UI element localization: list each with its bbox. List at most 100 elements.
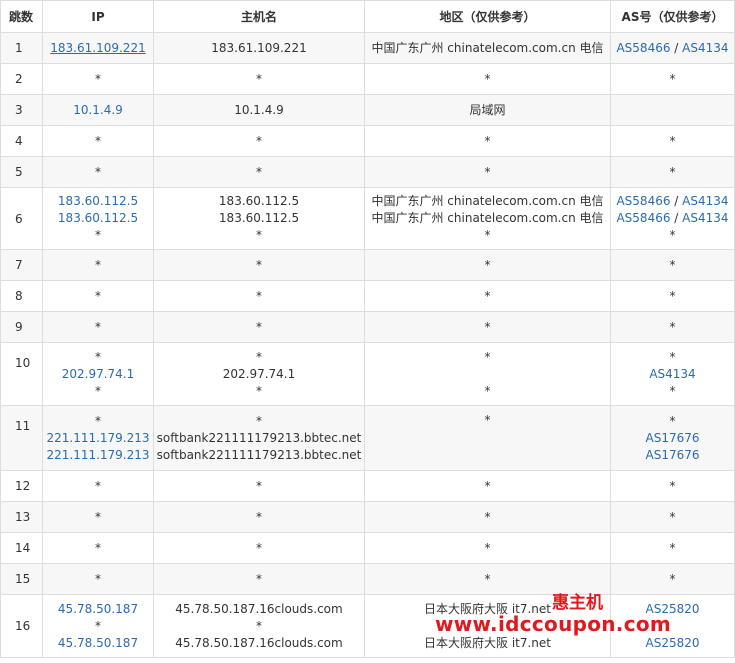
hostname-cell: * [153, 156, 365, 188]
region-cell: * [364, 249, 611, 281]
header-as-number: AS号（仅供参考） [610, 0, 735, 33]
as-text: * [669, 319, 676, 334]
hostname-cell: * [153, 249, 365, 281]
ip-cell: * 202.97.74.1 * [42, 342, 154, 406]
region-text: 中国广东广州 chinatelecom.com.cn 电信 [371, 40, 604, 55]
hop-number: 8 [0, 280, 43, 312]
ip-text: * [95, 288, 101, 303]
table-row: 9 * * * * [0, 311, 735, 343]
hostname-text: * [256, 133, 262, 148]
as-text: * [669, 288, 676, 303]
region-cell: * [364, 311, 611, 343]
as-text: * [669, 478, 676, 493]
as-line: * [611, 257, 734, 274]
ip-link[interactable]: 45.78.50.187 [43, 601, 153, 618]
hop-number: 1 [0, 32, 43, 64]
hostname-cell: * [153, 125, 365, 157]
hop-number: 11 [0, 405, 43, 471]
ip-cell: * [42, 280, 154, 312]
hop-number: 4 [0, 125, 43, 157]
as-link[interactable]: AS58466 [616, 194, 670, 208]
region-text: * [484, 413, 491, 427]
ip-cell: * [42, 470, 154, 502]
ip-link[interactable]: 221.111.179.213 [43, 447, 153, 464]
region-text: * [484, 571, 491, 586]
as-number-cell: * [610, 63, 735, 95]
hostname-text: * [256, 509, 262, 524]
region-text: * [484, 133, 491, 148]
ip-link[interactable]: 10.1.4.9 [43, 102, 153, 119]
ip-cell: 10.1.4.9 [42, 94, 154, 126]
ip-text: * [95, 228, 101, 242]
as-text: * [669, 164, 676, 179]
hop-number: 7 [0, 249, 43, 281]
table-row: 3 10.1.4.9 10.1.4.9 局域网 [0, 94, 735, 126]
ip-text: * [95, 540, 101, 555]
region-cell: * * [364, 342, 611, 406]
hostname-cell: * [153, 63, 365, 95]
hostname-cell: * [153, 563, 365, 595]
traceroute-table: 跳数 IP 主机名 地区（仅供参考） AS号（仅供参考） 1 183.61.109… [0, 0, 735, 658]
as-line: * [611, 227, 734, 244]
ip-link[interactable]: 183.60.112.5 [43, 210, 153, 227]
region-text: 中国广东广州 chinatelecom.com.cn 电信 [371, 194, 604, 208]
as-link[interactable]: AS4134 [682, 211, 728, 225]
as-link[interactable]: AS58466 [616, 211, 670, 225]
hostname-text: 45.78.50.187.16clouds.com [175, 635, 343, 650]
ip-cell: * [42, 125, 154, 157]
hostname-cell: * [153, 501, 365, 533]
region-cell: 中国广东广州 chinatelecom.com.cn 电信 中国广东广州 chin… [364, 187, 611, 250]
region-cell: 局域网 [364, 94, 611, 126]
hop-number: 13 [0, 501, 43, 533]
ip-link[interactable]: 45.78.50.187 [43, 635, 153, 652]
region-text: * [484, 288, 491, 303]
table-row: 14 * * * * [0, 532, 735, 564]
ip-link[interactable]: 183.61.109.221 [43, 40, 153, 57]
as-number-cell: * [610, 125, 735, 157]
as-number-cell: * [610, 249, 735, 281]
table-header-row: 跳数 IP 主机名 地区（仅供参考） AS号（仅供参考） [0, 0, 735, 33]
as-separator: / [670, 211, 683, 225]
ip-text: * [95, 618, 101, 633]
ip-text: * [95, 71, 101, 86]
region-text: * [484, 349, 491, 364]
as-line: AS17676 [611, 430, 734, 447]
as-link[interactable]: AS25820 [646, 636, 700, 650]
as-text: * [669, 257, 676, 272]
hostname-cell: 183.60.112.5 183.60.112.5 * [153, 187, 365, 250]
region-cell: * [364, 63, 611, 95]
ip-link[interactable]: 221.111.179.213 [43, 430, 153, 447]
ip-cell: * [42, 532, 154, 564]
hop-number: 10 [0, 342, 43, 406]
as-link[interactable]: AS17676 [646, 431, 700, 445]
as-link[interactable]: AS58466 [616, 41, 670, 55]
region-cell: * [364, 405, 611, 471]
as-link[interactable]: AS17676 [646, 448, 700, 462]
table-row: 13 * * * * [0, 501, 735, 533]
ip-link[interactable]: 202.97.74.1 [43, 366, 153, 383]
as-link[interactable]: AS4134 [682, 41, 728, 55]
region-cell: * [364, 532, 611, 564]
region-text: 局域网 [469, 102, 506, 117]
as-number-cell: AS58466 / AS4134 AS58466 / AS4134 * [610, 187, 735, 250]
as-text: * [669, 540, 676, 555]
hop-number: 16 [0, 594, 43, 658]
region-text [365, 366, 610, 383]
table-row: 1 183.61.109.221 183.61.109.221 中国广东广州 chin… [0, 32, 735, 64]
hostname-text: * [256, 571, 262, 586]
hop-number: 14 [0, 532, 43, 564]
header-hostname: 主机名 [153, 0, 365, 33]
as-link[interactable]: AS4134 [682, 194, 728, 208]
header-region: 地区（仅供参考） [364, 0, 611, 33]
hostname-cell: * softbank221111179213.bbtec.net softbank2… [153, 405, 365, 471]
as-separator: / [670, 194, 683, 208]
ip-cell: 45.78.50.187 * 45.78.50.187 [42, 594, 154, 658]
ip-text: * [95, 509, 101, 524]
ip-link[interactable]: 183.60.112.5 [43, 193, 153, 210]
as-link[interactable]: AS4134 [649, 367, 695, 381]
hostname-text: * [256, 349, 262, 364]
hop-number: 5 [0, 156, 43, 188]
as-text: * [669, 133, 676, 148]
as-line: AS58466 / AS4134 [611, 40, 734, 57]
region-text: * [484, 164, 491, 179]
